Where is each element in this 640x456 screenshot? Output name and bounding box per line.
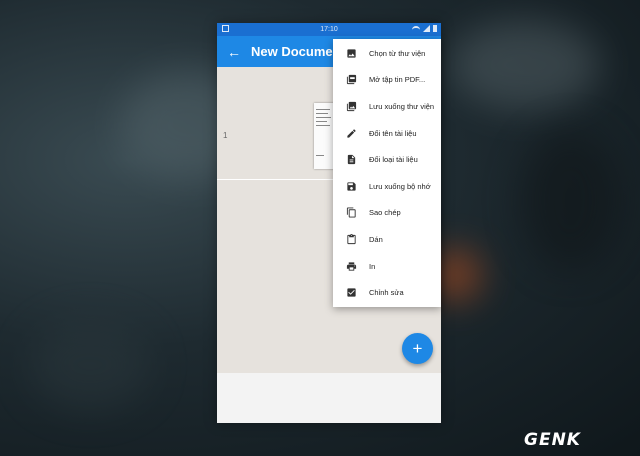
notification-icon (222, 25, 229, 32)
status-bar: 17:10 (217, 23, 441, 36)
copy-icon (333, 207, 369, 218)
page-number: 1 (223, 131, 228, 140)
menu-item-save-to-storage[interactable]: Lưu xuống bộ nhớ (333, 173, 441, 200)
menu-item-rename-document[interactable]: Đổi tên tài liệu (333, 120, 441, 147)
back-arrow-icon[interactable]: ← (217, 36, 251, 67)
menu-item-label: Đổi loại tài liệu (369, 155, 418, 165)
gallery-save-icon (333, 101, 369, 112)
menu-item-change-document-type[interactable]: Đổi loại tài liệu (333, 146, 441, 173)
signal-icon (423, 25, 430, 32)
thumbnail-text-line (316, 113, 328, 114)
floppy-icon (333, 181, 369, 192)
menu-item-label: In (369, 261, 376, 271)
genk-logo: GENK (524, 430, 581, 450)
image-icon (333, 48, 369, 59)
menu-item-label: Đổi tên tài liệu (369, 128, 417, 138)
clipboard-icon (333, 233, 369, 245)
page-title: New Document (251, 44, 345, 59)
pencil-icon (333, 128, 369, 139)
menu-item-print[interactable]: In (333, 253, 441, 280)
menu-item-label: Mở tập tin PDF... (369, 75, 426, 85)
add-page-button[interactable]: + (402, 333, 433, 364)
pdf-icon (333, 74, 369, 85)
document-icon (333, 154, 369, 165)
thumbnail-text-line (316, 125, 330, 126)
plus-icon: + (412, 338, 423, 358)
menu-item-copy[interactable]: Sao chép (333, 200, 441, 227)
menu-item-open-pdf[interactable]: Mở tập tin PDF... (333, 67, 441, 94)
menu-item-label: Sao chép (369, 208, 401, 218)
menu-item-label: Chỉnh sửa (369, 288, 404, 298)
thumbnail-text-line (316, 109, 330, 110)
menu-item-label: Lưu xuống thư viện (369, 101, 435, 111)
thumbnail-text-line (316, 155, 324, 156)
menu-item-choose-from-gallery[interactable]: Chọn từ thư viện (333, 40, 441, 67)
bottom-area (217, 373, 441, 423)
background-blur (30, 320, 150, 410)
thumbnail-text-line (316, 121, 327, 122)
overflow-menu: Chọn từ thư viện Mở tập tin PDF... Lưu x… (333, 39, 441, 307)
menu-item-save-to-gallery[interactable]: Lưu xuống thư viện (333, 93, 441, 120)
menu-item-label: Dán (369, 234, 383, 244)
background-blur (450, 20, 600, 110)
printer-icon (333, 261, 369, 272)
menu-item-label: Lưu xuống bộ nhớ (369, 181, 431, 191)
menu-item-edit[interactable]: Chỉnh sửa (333, 279, 441, 306)
menu-item-label: Chọn từ thư viện (369, 48, 426, 58)
status-indicators (412, 25, 437, 32)
wifi-icon (412, 25, 420, 32)
thumbnail-text-line (316, 117, 331, 118)
background-blur (520, 130, 620, 270)
menu-item-paste[interactable]: Dán (333, 226, 441, 253)
checkbox-icon (333, 287, 369, 298)
status-time: 17:10 (320, 26, 338, 33)
battery-icon (433, 25, 437, 32)
